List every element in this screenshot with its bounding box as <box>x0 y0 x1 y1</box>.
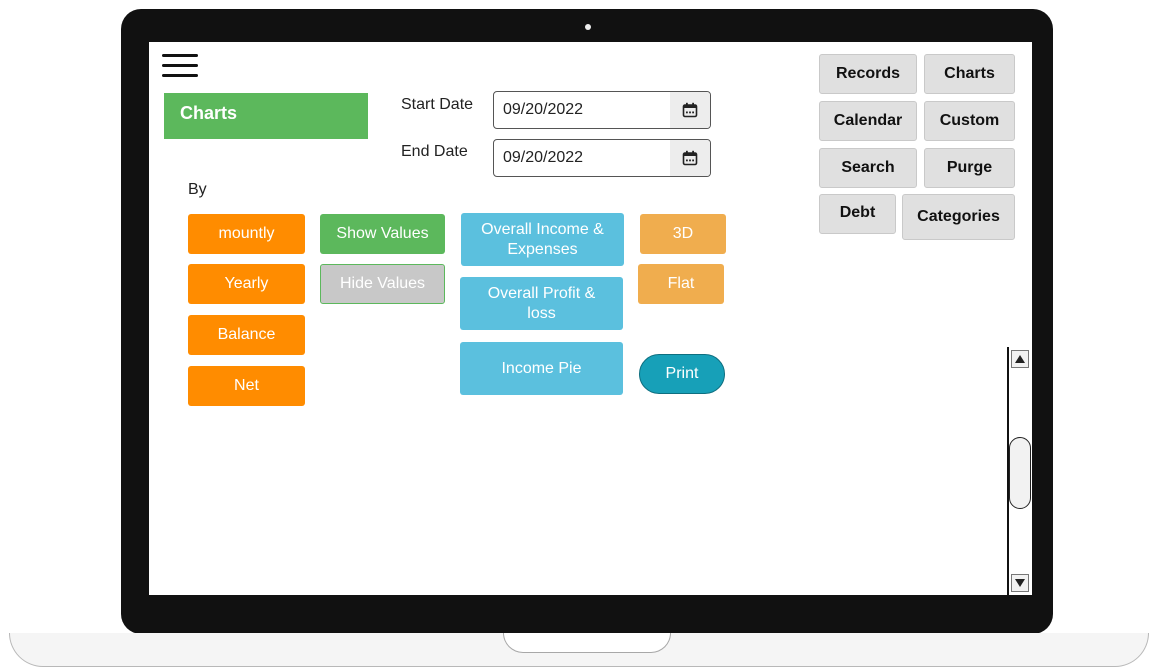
nav-search-button[interactable]: Search <box>819 148 917 188</box>
monthly-button[interactable]: mountly <box>188 214 305 254</box>
scroll-down-arrow-icon[interactable] <box>1011 574 1029 592</box>
nav-charts-button[interactable]: Charts <box>924 54 1015 94</box>
nav-custom-button[interactable]: Custom <box>924 101 1015 141</box>
vertical-scrollbar[interactable] <box>1007 347 1031 595</box>
end-date-label: End Date <box>401 143 468 160</box>
nav-purge-button[interactable]: Purge <box>924 148 1015 188</box>
app-screen: Charts Start Date 09/20/2022 End Date 09… <box>149 42 1032 595</box>
print-button[interactable]: Print <box>639 354 725 394</box>
overall-profit-loss-button[interactable]: Overall Profit & loss <box>460 277 623 330</box>
nav-categories-button[interactable]: Categories <box>902 194 1015 240</box>
yearly-button[interactable]: Yearly <box>188 264 305 304</box>
flat-button[interactable]: Flat <box>638 264 724 304</box>
show-values-button[interactable]: Show Values <box>320 214 445 254</box>
3d-button[interactable]: 3D <box>640 214 726 254</box>
scroll-up-arrow-icon[interactable] <box>1011 350 1029 368</box>
hide-values-button[interactable]: Hide Values <box>320 264 445 304</box>
end-date-input[interactable]: 09/20/2022 <box>493 139 711 177</box>
nav-records-button[interactable]: Records <box>819 54 917 94</box>
calendar-icon[interactable] <box>670 140 710 176</box>
end-date-value: 09/20/2022 <box>503 149 584 166</box>
laptop-notch <box>503 633 671 653</box>
scrollbar-thumb[interactable] <box>1009 437 1031 509</box>
page-title: Charts <box>164 93 368 139</box>
start-date-value: 09/20/2022 <box>503 101 584 118</box>
net-button[interactable]: Net <box>188 366 305 406</box>
menu-icon[interactable] <box>162 54 198 80</box>
nav-debt-button[interactable]: Debt <box>819 194 896 234</box>
overall-income-expenses-button[interactable]: Overall Income & Expenses <box>461 213 624 266</box>
camera-dot <box>585 24 591 30</box>
calendar-icon[interactable] <box>670 92 710 128</box>
start-date-label: Start Date <box>401 96 474 113</box>
balance-button[interactable]: Balance <box>188 315 305 355</box>
nav-calendar-button[interactable]: Calendar <box>819 101 917 141</box>
by-label: By <box>188 181 207 198</box>
start-date-input[interactable]: 09/20/2022 <box>493 91 711 129</box>
income-pie-button[interactable]: Income Pie <box>460 342 623 395</box>
